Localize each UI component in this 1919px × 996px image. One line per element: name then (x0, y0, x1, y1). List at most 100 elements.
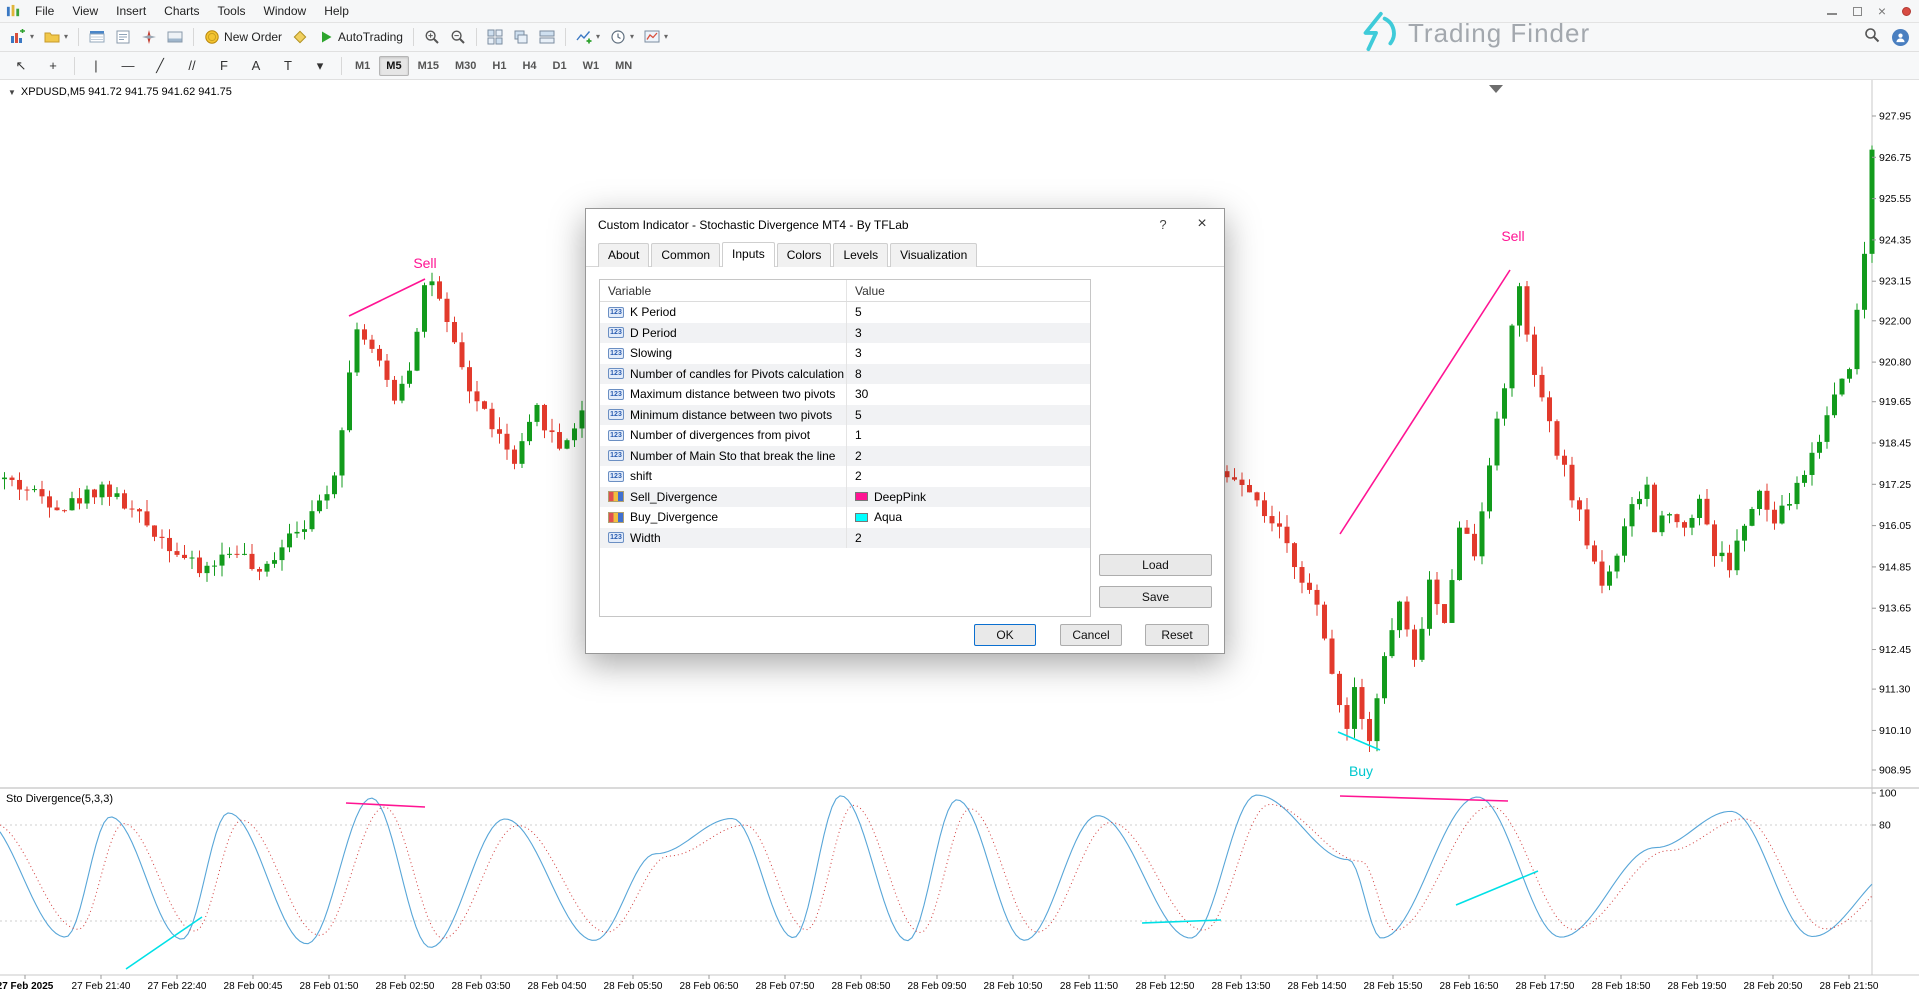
timeframe-w1-button[interactable]: W1 (576, 56, 607, 76)
fibonacci-tool-button[interactable]: F (208, 54, 240, 78)
arrange-windows-button[interactable] (534, 25, 560, 49)
indicators-button[interactable]: ▾ (571, 25, 605, 49)
timeframe-d1-button[interactable]: D1 (546, 56, 574, 76)
param-row-number-of-divergences-from-pivot[interactable]: 123Number of divergences from pivot1 (600, 425, 1090, 446)
menu-window[interactable]: Window (255, 1, 316, 21)
timeframe-m1-button[interactable]: M1 (348, 56, 377, 76)
param-value[interactable]: 5 (855, 305, 862, 319)
data-window-button[interactable] (110, 25, 136, 49)
timeframe-m15-button[interactable]: M15 (411, 56, 446, 76)
arrows-tool-button[interactable]: ▾ (304, 54, 336, 78)
terminal-button[interactable] (162, 25, 188, 49)
save-button[interactable]: Save (1099, 586, 1212, 608)
new-order-button[interactable]: New Order (199, 25, 287, 49)
metaeditor-button[interactable] (287, 25, 313, 49)
param-row-maximum-distance-between-two-pivots[interactable]: 123Maximum distance between two pivots30 (600, 384, 1090, 405)
dropdown-arrow-icon[interactable]: ▾ (596, 33, 600, 41)
price-divergence-line[interactable] (1338, 732, 1380, 750)
templates-button[interactable]: ▾ (639, 25, 673, 49)
vertical-line-tool-button[interactable]: | (80, 54, 112, 78)
dropdown-arrow-icon[interactable]: ▾ (664, 33, 668, 41)
market-watch-button[interactable] (84, 25, 110, 49)
menu-view[interactable]: View (63, 1, 107, 21)
param-value[interactable]: 3 (855, 326, 862, 340)
param-value[interactable]: 2 (855, 449, 862, 463)
text-label-tool-button[interactable]: T (272, 54, 304, 78)
price-axis[interactable]: 927.95926.75925.55924.35923.15922.00920.… (1872, 111, 1911, 777)
horizontal-line-tool-button[interactable]: — (112, 54, 144, 78)
menu-insert[interactable]: Insert (107, 1, 155, 21)
chart-window[interactable]: SellSellBuy927.95926.75925.55924.35923.1… (0, 80, 1919, 996)
dropdown-arrow-icon[interactable]: ▾ (630, 33, 634, 41)
dialog-close-button[interactable]: × (1192, 215, 1212, 233)
timeframe-m5-button[interactable]: M5 (379, 56, 408, 76)
tab-visualization[interactable]: Visualization (890, 243, 977, 267)
param-row-k-period[interactable]: 123K Period5 (600, 302, 1090, 323)
price-divergence-line[interactable] (1340, 270, 1510, 534)
param-value[interactable]: 2 (855, 531, 862, 545)
param-value[interactable]: 5 (855, 408, 862, 422)
timeframe-h1-button[interactable]: H1 (485, 56, 513, 76)
price-divergence-line[interactable] (349, 279, 425, 316)
tab-colors[interactable]: Colors (777, 243, 832, 267)
dropdown-arrow-icon[interactable]: ▾ (64, 33, 68, 41)
oscillator-divergence-line[interactable] (346, 803, 425, 807)
param-value[interactable]: 30 (855, 387, 868, 401)
param-value[interactable]: Aqua (874, 510, 902, 524)
help-button[interactable]: ? (1154, 217, 1172, 232)
param-row-sell-divergence[interactable]: Sell_DivergenceDeepPink (600, 487, 1090, 508)
equidistant-channel-tool-button[interactable]: // (176, 54, 208, 78)
cancel-button[interactable]: Cancel (1060, 624, 1122, 646)
zoom-out-button[interactable] (445, 25, 471, 49)
close-window-button[interactable]: × (1878, 6, 1886, 16)
tile-windows-button[interactable] (482, 25, 508, 49)
timeframe-m30-button[interactable]: M30 (448, 56, 483, 76)
menu-charts[interactable]: Charts (155, 1, 208, 21)
menu-file[interactable]: File (26, 1, 63, 21)
autotrading-button[interactable]: AutoTrading (313, 25, 408, 49)
tab-inputs[interactable]: Inputs (722, 242, 775, 267)
chart-shift-marker-icon[interactable] (1489, 85, 1503, 93)
param-row-shift[interactable]: 123shift2 (600, 466, 1090, 487)
cursor-tool-button[interactable]: ↖ (5, 54, 37, 78)
cascade-windows-button[interactable] (508, 25, 534, 49)
text-tool-button[interactable]: A (240, 54, 272, 78)
crosshair-tool-button[interactable]: + (37, 54, 69, 78)
navigator-button[interactable] (136, 25, 162, 49)
timeframe-mn-button[interactable]: MN (608, 56, 639, 76)
param-value[interactable]: 1 (855, 428, 862, 442)
load-button[interactable]: Load (1099, 554, 1212, 576)
profile-avatar[interactable] (1892, 29, 1909, 46)
tab-common[interactable]: Common (651, 243, 720, 267)
dropdown-arrow-icon[interactable]: ▾ (30, 33, 34, 41)
param-row-slowing[interactable]: 123Slowing3 (600, 343, 1090, 364)
new-chart-button[interactable]: ▾ (5, 25, 39, 49)
oscillator-divergence-line[interactable] (1456, 871, 1538, 905)
profiles-button[interactable]: ▾ (39, 25, 73, 49)
symbol-collapse-arrow-icon[interactable]: ▼ (8, 88, 16, 97)
param-value[interactable]: DeepPink (874, 490, 926, 504)
param-row-buy-divergence[interactable]: Buy_DivergenceAqua (600, 507, 1090, 528)
param-row-minimum-distance-between-two-pivots[interactable]: 123Minimum distance between two pivots5 (600, 405, 1090, 426)
dialog-title-bar[interactable]: Custom Indicator - Stochastic Divergence… (586, 209, 1224, 241)
param-value[interactable]: 8 (855, 367, 862, 381)
timeframe-h4-button[interactable]: H4 (515, 56, 543, 76)
param-row-d-period[interactable]: 123D Period3 (600, 323, 1090, 344)
tab-about[interactable]: About (598, 243, 649, 267)
periods-button[interactable]: ▾ (605, 25, 639, 49)
oscillator-divergence-line[interactable] (1142, 920, 1221, 923)
reset-button[interactable]: Reset (1145, 624, 1209, 646)
menu-tools[interactable]: Tools (209, 1, 255, 21)
param-row-number-of-candles-for-pivots-calculation[interactable]: 123Number of candles for Pivots calculat… (600, 364, 1090, 385)
param-row-width[interactable]: 123Width2 (600, 528, 1090, 549)
param-value[interactable]: 2 (855, 469, 862, 483)
trendline-tool-button[interactable]: ╱ (144, 54, 176, 78)
search-icon[interactable] (1864, 27, 1880, 48)
maximize-button[interactable] (1853, 7, 1862, 16)
param-row-number-of-main-sto-that-break-the-line[interactable]: 123Number of Main Sto that break the lin… (600, 446, 1090, 467)
param-value[interactable]: 3 (855, 346, 862, 360)
time-axis[interactable]: 27 Feb 202527 Feb 21:4027 Feb 22:4028 Fe… (0, 975, 1879, 992)
minimize-button[interactable] (1827, 7, 1837, 15)
zoom-in-button[interactable] (419, 25, 445, 49)
tab-levels[interactable]: Levels (833, 243, 888, 267)
